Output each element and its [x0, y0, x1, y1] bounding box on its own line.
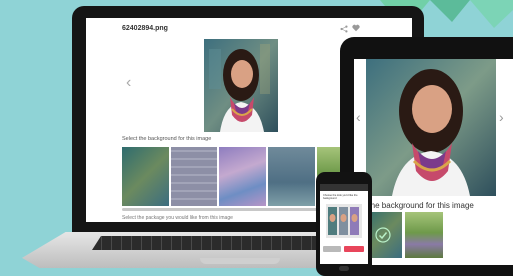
chevron-left-icon[interactable]: ‹ [126, 74, 131, 92]
tablet-photo [366, 59, 496, 196]
chevron-left-icon[interactable]: ‹ [356, 109, 361, 125]
background-option[interactable] [405, 212, 443, 258]
background-option[interactable] [170, 147, 218, 206]
share-icon[interactable] [340, 25, 348, 33]
phone-primary-button[interactable] [344, 246, 364, 252]
main-photo [204, 39, 278, 132]
check-icon [375, 227, 391, 243]
background-option[interactable] [122, 147, 169, 206]
horizontal-scrollbar[interactable] [122, 208, 342, 211]
chevron-right-icon[interactable]: › [499, 109, 504, 125]
phone-secondary-button[interactable] [323, 246, 341, 252]
file-name-title: 62402894.png [122, 25, 168, 32]
heart-icon[interactable] [352, 24, 360, 32]
phone-screen: Choose the look you'd like the backgroun… [320, 184, 368, 264]
phone-header [320, 184, 368, 191]
select-background-label: Select the background for this image [122, 136, 212, 142]
phone-prompt: Choose the look you'd like the backgroun… [323, 194, 358, 201]
background-option[interactable] [268, 147, 315, 206]
background-option[interactable] [219, 147, 267, 206]
phone-home-button[interactable] [339, 266, 349, 271]
phone-photo [326, 204, 362, 238]
tablet-screen: ‹ › t the background for this image [354, 59, 513, 265]
laptop-notch [200, 258, 280, 264]
tablet-select-background-label: t the background for this image [364, 201, 474, 210]
tablet-background-options [364, 212, 443, 258]
select-package-label: Select the package you would like from t… [122, 215, 233, 221]
